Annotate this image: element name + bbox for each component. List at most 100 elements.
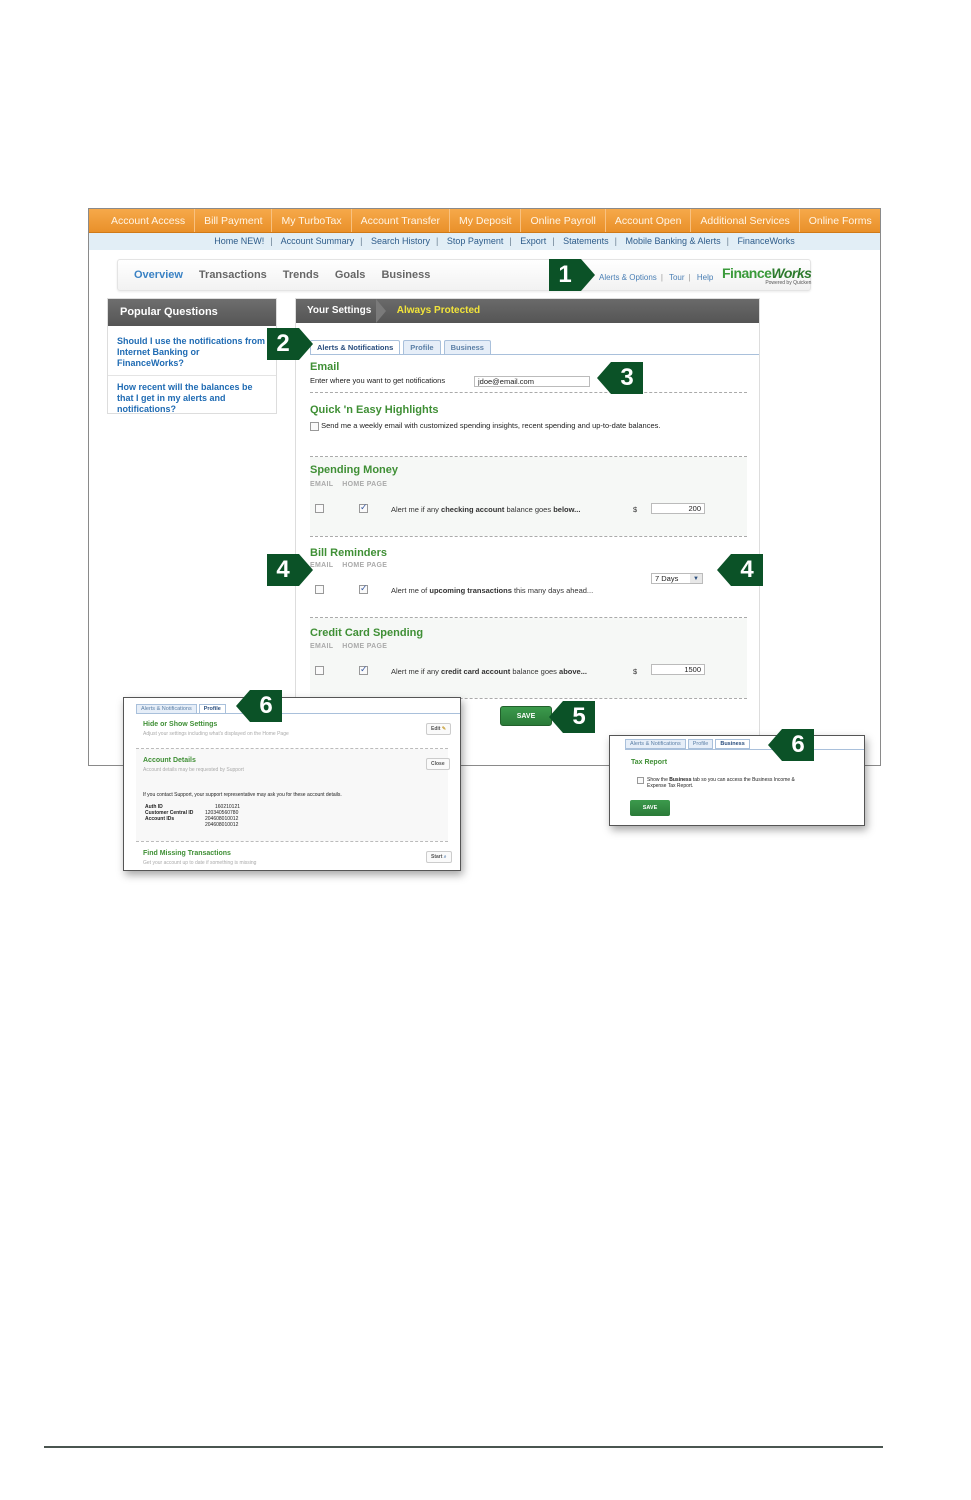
footer-rule bbox=[44, 1446, 883, 1448]
callout-4-left: 4 bbox=[267, 554, 313, 586]
sub-nav-home[interactable]: Home NEW! bbox=[214, 236, 264, 246]
account-details-title: Account Details bbox=[143, 757, 196, 764]
bills-email-checkbox[interactable] bbox=[315, 585, 324, 594]
settings-tabs: Alerts & Notifications Profile Business bbox=[310, 340, 491, 354]
business-save-button[interactable]: SAVE bbox=[630, 800, 670, 816]
sub-nav-stop-payment[interactable]: Stop Payment bbox=[447, 236, 504, 246]
spending-amount-input[interactable] bbox=[651, 503, 705, 514]
tab-business-settings[interactable]: Business bbox=[715, 739, 750, 749]
tab-trends[interactable]: Trends bbox=[283, 269, 319, 281]
callout-3: 3 bbox=[597, 362, 643, 394]
highlights-checkbox[interactable] bbox=[310, 421, 319, 431]
separator: | bbox=[552, 236, 555, 246]
breadcrumb-chevron-icon bbox=[376, 299, 386, 323]
settings-breadcrumb: Your Settings Always Protected bbox=[296, 299, 759, 323]
tax-report-title: Tax Report bbox=[631, 759, 668, 766]
sub-nav-account-summary[interactable]: Account Summary bbox=[281, 236, 355, 246]
hide-show-title: Hide or Show Settings bbox=[143, 721, 218, 728]
credit-home-checkbox[interactable] bbox=[359, 664, 368, 675]
financeworks-logo: FinanceWorks Powered by Quicken bbox=[722, 265, 812, 286]
business-panel: Alerts & Notifications Profile Business … bbox=[609, 735, 865, 826]
top-nav-account-open[interactable]: Account Open bbox=[606, 209, 692, 232]
days-ahead-select[interactable]: 7 Days ▼ bbox=[651, 573, 703, 584]
separator: | bbox=[509, 236, 512, 246]
credit-title: Credit Card Spending bbox=[310, 627, 424, 639]
popular-questions-panel: Popular Questions Should I use the notif… bbox=[107, 298, 277, 414]
alerts-options-link[interactable]: Alerts & Options bbox=[599, 273, 657, 282]
callout-6-profile: 6 bbox=[236, 690, 282, 722]
top-nav-online-payroll[interactable]: Online Payroll bbox=[521, 209, 606, 232]
sub-nav-statements[interactable]: Statements bbox=[563, 236, 609, 246]
tab-overview[interactable]: Overview bbox=[134, 269, 183, 281]
sub-nav-search-history[interactable]: Search History bbox=[371, 236, 430, 246]
help-link[interactable]: Help bbox=[697, 273, 713, 282]
sub-nav: Home NEW! | Account Summary | Search Histo… bbox=[89, 233, 880, 250]
separator: | bbox=[660, 273, 663, 282]
question-link[interactable]: How recent will the balances be that I g… bbox=[108, 376, 276, 421]
breadcrumb-your-settings[interactable]: Your Settings bbox=[296, 299, 384, 323]
tab-alerts-notifications[interactable]: Alerts & Notifications bbox=[310, 340, 401, 354]
col-email: EMAIL bbox=[310, 481, 334, 488]
spending-home-checkbox[interactable] bbox=[359, 502, 368, 513]
sub-nav-export[interactable]: Export bbox=[520, 236, 546, 246]
separator: | bbox=[436, 236, 439, 246]
tab-goals[interactable]: Goals bbox=[335, 269, 366, 281]
highlights-label: Send me a weekly email with customized s… bbox=[321, 421, 661, 430]
find-missing-desc: Get your account up to date if something… bbox=[143, 860, 257, 866]
close-button[interactable]: Close bbox=[426, 758, 450, 770]
tabs-divider bbox=[310, 354, 759, 355]
top-nav-additional-services[interactable]: Additional Services bbox=[691, 209, 800, 232]
sub-nav-financeworks[interactable]: FinanceWorks bbox=[737, 236, 794, 246]
spending-email-checkbox[interactable] bbox=[315, 504, 324, 513]
tour-link[interactable]: Tour bbox=[669, 273, 685, 282]
spending-title: Spending Money bbox=[310, 464, 398, 476]
bill-reminders-section: Bill Reminders EMAIL HOME PAGE Alert me o… bbox=[310, 537, 747, 618]
divider bbox=[310, 392, 747, 393]
question-link[interactable]: Should I use the notifications from Inte… bbox=[108, 330, 276, 376]
top-nav-my-deposit[interactable]: My Deposit bbox=[450, 209, 522, 232]
account-details-values: Auth ID 160210121 Customer Central ID 1203… bbox=[145, 804, 241, 828]
profile-panel: Alerts & Notifications Profile Hide or S… bbox=[123, 697, 461, 871]
tab-business-settings[interactable]: Business bbox=[443, 340, 491, 354]
chevron-down-icon: ▼ bbox=[690, 574, 702, 583]
credit-label: Alert me if any credit card account bala… bbox=[391, 667, 587, 676]
top-nav: Account Access Bill Payment My TurboTax … bbox=[89, 209, 880, 233]
top-nav-account-access[interactable]: Account Access bbox=[89, 209, 196, 232]
tab-alerts-notifications[interactable]: Alerts & Notifications bbox=[625, 739, 686, 749]
highlights-title: Quick 'n Easy Highlights bbox=[310, 404, 439, 416]
save-button[interactable]: SAVE bbox=[500, 706, 552, 726]
bills-home-checkbox[interactable] bbox=[359, 583, 368, 594]
tabs-divider bbox=[136, 713, 460, 714]
top-nav-account-transfer[interactable]: Account Transfer bbox=[352, 209, 450, 232]
sub-nav-mobile-banking[interactable]: Mobile Banking & Alerts bbox=[626, 236, 721, 246]
tab-transactions[interactable]: Transactions bbox=[199, 269, 267, 281]
callout-4-right: 4 bbox=[717, 554, 763, 586]
col-email: EMAIL bbox=[310, 643, 334, 650]
app-window: Account Access Bill Payment My TurboTax … bbox=[88, 208, 881, 766]
tab-profile[interactable]: Profile bbox=[687, 739, 714, 749]
email-input[interactable] bbox=[474, 376, 590, 387]
spending-label: Alert me if any checking account balance… bbox=[391, 505, 581, 514]
separator: | bbox=[270, 236, 273, 246]
separator: | bbox=[360, 236, 363, 246]
email-section: Email Enter where you want to get notifi… bbox=[310, 361, 747, 395]
edit-button[interactable]: Edit ✎ bbox=[426, 723, 452, 735]
tabs-divider bbox=[625, 749, 864, 750]
hide-show-desc: Adjust your settings including what's di… bbox=[143, 731, 289, 737]
show-business-checkbox[interactable] bbox=[637, 777, 644, 784]
callout-6-business: 6 bbox=[768, 729, 814, 761]
tab-profile[interactable]: Profile bbox=[403, 340, 441, 354]
top-nav-my-turbotax[interactable]: My TurboTax bbox=[272, 209, 352, 232]
top-nav-bill-payment[interactable]: Bill Payment bbox=[195, 209, 273, 232]
credit-email-checkbox[interactable] bbox=[315, 666, 324, 675]
credit-amount-input[interactable] bbox=[651, 664, 705, 675]
top-nav-online-forms[interactable]: Online Forms bbox=[800, 209, 880, 232]
start-button[interactable]: Start ⌕ bbox=[426, 851, 452, 863]
search-icon: ⌕ bbox=[443, 854, 447, 860]
show-business-label: Show the Business tab so you can access … bbox=[647, 777, 795, 789]
account-details-note: If you contact Support, your support rep… bbox=[143, 792, 342, 798]
divider bbox=[136, 841, 448, 842]
currency-symbol: $ bbox=[633, 667, 638, 676]
col-email: EMAIL bbox=[310, 562, 334, 569]
tab-business[interactable]: Business bbox=[381, 269, 430, 281]
